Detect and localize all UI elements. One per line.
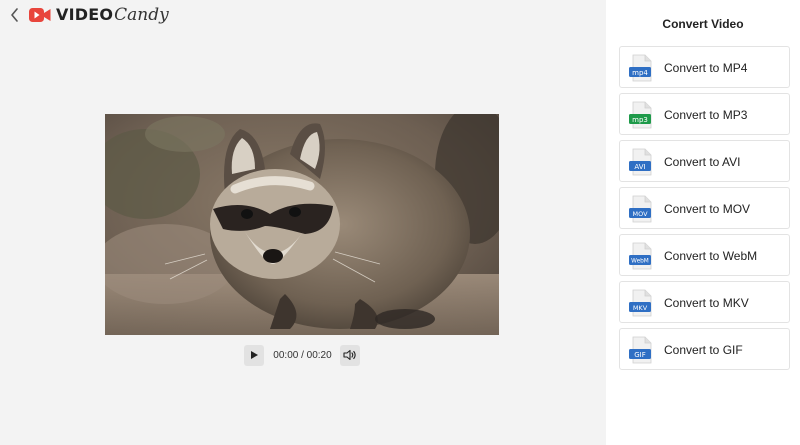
webm-file-icon: WebM [629, 242, 652, 270]
video-preview[interactable] [105, 114, 499, 335]
mp4-file-icon: mp4 [629, 54, 652, 82]
app-logo[interactable]: VIDEO Candy [28, 3, 169, 27]
logo-text-bold: VIDEO [56, 4, 114, 24]
mp3-badge-text: mp3 [632, 116, 648, 124]
option-label: Convert to MOV [664, 202, 751, 216]
convert-to-mp4-option[interactable]: mp4 Convert to MP4 [619, 46, 790, 88]
avi-file-icon: AVI [629, 148, 652, 176]
mp4-badge-text: mp4 [632, 69, 648, 77]
player-controls: 00:00 / 00:20 [244, 344, 360, 366]
mp3-file-icon: mp3 [629, 101, 652, 129]
mov-badge-text: MOV [632, 210, 648, 218]
back-button[interactable] [6, 6, 22, 24]
option-label: Convert to GIF [664, 343, 743, 357]
video-thumbnail-image [105, 114, 499, 335]
play-button[interactable] [244, 344, 265, 366]
option-label: Convert to MKV [664, 296, 749, 310]
gif-file-icon: GIF [629, 336, 652, 364]
play-icon [251, 351, 259, 359]
main-area: VIDEO Candy 00:00 / 00:20 [0, 0, 606, 445]
option-label: Convert to MP3 [664, 108, 748, 122]
option-label: Convert to MP4 [664, 61, 748, 75]
option-label: Convert to WebM [664, 249, 758, 263]
logo-wordmark: VIDEO Candy [56, 4, 169, 25]
logo-text-script: Candy [114, 4, 169, 25]
video-camera-icon [29, 8, 51, 22]
convert-to-webm-option[interactable]: WebM Convert to WebM [619, 234, 790, 276]
volume-button[interactable] [339, 344, 360, 366]
convert-to-mp3-option[interactable]: mp3 Convert to MP3 [619, 93, 790, 135]
convert-to-mov-option[interactable]: MOV Convert to MOV [619, 187, 790, 229]
gif-badge-text: GIF [634, 351, 646, 359]
time-display: 00:00 / 00:20 [273, 349, 332, 361]
mkv-badge-text: MKV [633, 304, 648, 312]
mkv-file-icon: MKV [629, 289, 652, 317]
convert-to-avi-option[interactable]: AVI Convert to AVI [619, 140, 790, 182]
speaker-icon [343, 349, 356, 361]
top-bar: VIDEO Candy [0, 0, 606, 30]
convert-to-gif-option[interactable]: GIF Convert to GIF [619, 328, 790, 370]
option-label: Convert to AVI [664, 155, 741, 169]
chevron-left-icon [10, 8, 18, 22]
sidebar-title: Convert Video [662, 17, 744, 31]
convert-sidebar: Convert Video mp4 Convert to MP4 mp3 Con… [606, 0, 800, 445]
convert-to-mkv-option[interactable]: MKV Convert to MKV [619, 281, 790, 323]
webm-badge-text: WebM [631, 259, 649, 265]
mov-file-icon: MOV [629, 195, 652, 223]
avi-badge-text: AVI [634, 163, 645, 171]
